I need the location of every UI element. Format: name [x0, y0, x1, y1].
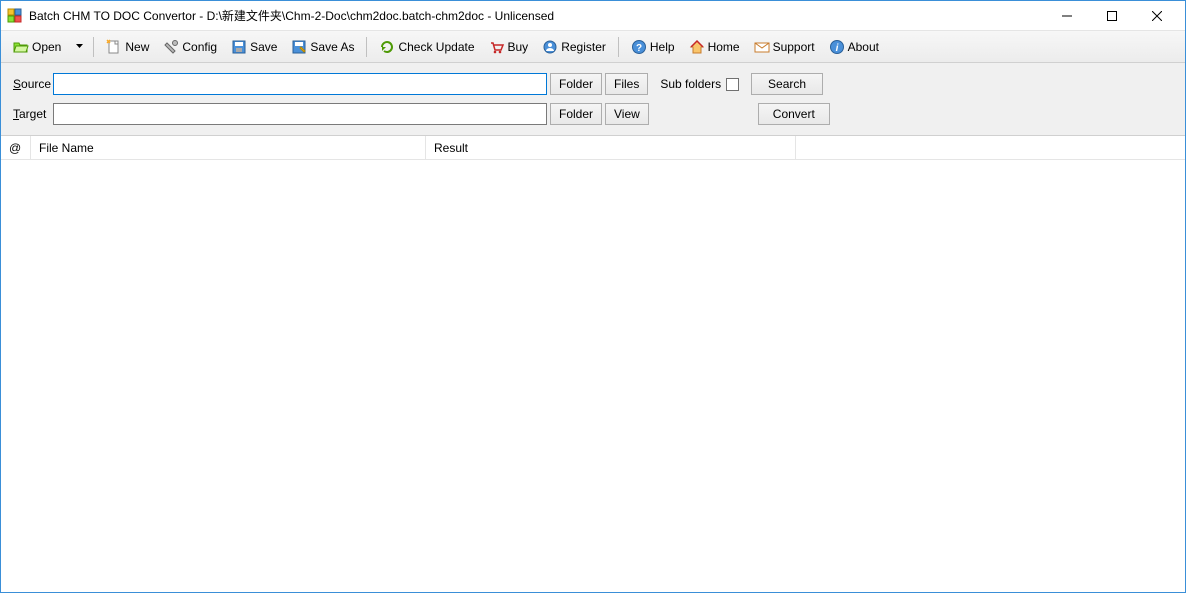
maximize-button[interactable] [1089, 2, 1134, 30]
app-icon [7, 8, 23, 24]
buy-button[interactable]: Buy [483, 35, 535, 59]
about-icon: i [829, 39, 845, 55]
source-input[interactable] [53, 73, 547, 95]
target-input[interactable] [53, 103, 547, 125]
list-header: @ File Name Result [1, 136, 1185, 160]
config-icon [163, 39, 179, 55]
buy-label: Buy [508, 40, 529, 54]
svg-text:?: ? [636, 43, 642, 54]
help-label: Help [650, 40, 675, 54]
home-button[interactable]: Home [683, 35, 746, 59]
chevron-down-icon [76, 43, 83, 50]
new-icon [106, 39, 122, 55]
new-button[interactable]: New [100, 35, 155, 59]
close-button[interactable] [1134, 2, 1179, 30]
source-files-button[interactable]: Files [605, 73, 648, 95]
open-label: Open [32, 40, 61, 54]
column-at[interactable]: @ [1, 136, 31, 159]
svg-text:i: i [835, 43, 838, 54]
save-label: Save [250, 40, 277, 54]
toolbar-separator [618, 37, 619, 57]
about-button[interactable]: i About [823, 35, 885, 59]
register-label: Register [561, 40, 606, 54]
buy-icon [489, 39, 505, 55]
check-update-label: Check Update [398, 40, 474, 54]
column-spacer [796, 136, 1185, 159]
home-icon [689, 39, 705, 55]
sub-folders-checkbox[interactable] [726, 78, 739, 91]
save-icon [231, 39, 247, 55]
save-as-icon [291, 39, 307, 55]
help-icon: ? [631, 39, 647, 55]
open-icon [13, 39, 29, 55]
support-button[interactable]: Support [748, 35, 821, 59]
update-icon [379, 39, 395, 55]
target-folder-button[interactable]: Folder [550, 103, 602, 125]
home-label: Home [708, 40, 740, 54]
new-label: New [125, 40, 149, 54]
toolbar-separator [366, 37, 367, 57]
check-update-button[interactable]: Check Update [373, 35, 480, 59]
save-as-label: Save As [310, 40, 354, 54]
open-dropdown[interactable] [69, 35, 87, 59]
support-icon [754, 39, 770, 55]
column-file-name[interactable]: File Name [31, 136, 426, 159]
toolbar-separator [93, 37, 94, 57]
minimize-button[interactable] [1044, 2, 1089, 30]
register-button[interactable]: Register [536, 35, 612, 59]
title-bar: Batch CHM TO DOC Convertor - D:\新建文件夹\Ch… [1, 1, 1185, 31]
config-label: Config [182, 40, 217, 54]
source-label: Source [13, 77, 53, 91]
save-button[interactable]: Save [225, 35, 283, 59]
open-button[interactable]: Open [7, 35, 67, 59]
register-icon [542, 39, 558, 55]
window-title: Batch CHM TO DOC Convertor - D:\新建文件夹\Ch… [29, 7, 1044, 24]
support-label: Support [773, 40, 815, 54]
convert-button[interactable]: Convert [758, 103, 830, 125]
toolbar: Open New Config Save Save As Check Updat… [1, 31, 1185, 63]
target-view-button[interactable]: View [605, 103, 649, 125]
form-panel: Source Folder Files Sub folders Search T… [1, 63, 1185, 136]
search-button[interactable]: Search [751, 73, 823, 95]
config-button[interactable]: Config [157, 35, 223, 59]
save-as-button[interactable]: Save As [285, 35, 360, 59]
sub-folders-label: Sub folders [660, 77, 721, 91]
about-label: About [848, 40, 879, 54]
target-label: Target [13, 107, 53, 121]
source-folder-button[interactable]: Folder [550, 73, 602, 95]
column-result[interactable]: Result [426, 136, 796, 159]
help-button[interactable]: ? Help [625, 35, 681, 59]
